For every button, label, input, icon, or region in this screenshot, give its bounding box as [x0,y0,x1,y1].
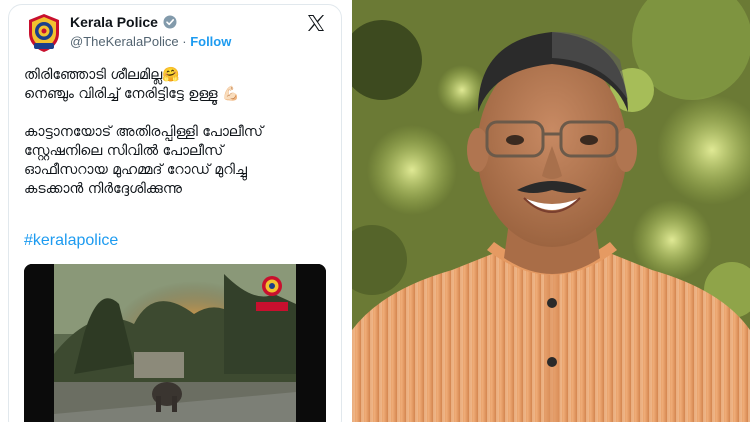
handle-separator: · [182,34,187,49]
account-name[interactable]: Kerala Police [70,14,158,30]
account-handle[interactable]: @TheKeralaPolice [70,34,179,49]
tweet-card: Kerala Police @TheKeralaPolice · Follow … [0,0,352,422]
handle-row: @TheKeralaPolice · Follow [70,34,231,49]
tweet-body: തിരിഞ്ഞോടി ശീലമില്ല🤗 നെഞ്ചും വിരിച്ച് നേ… [24,66,334,199]
video-frame [24,264,326,422]
tweet-line: കാട്ടാനയോട് അതിരപ്പിള്ളി പോലീസ് [24,124,264,140]
verified-badge-icon [163,15,177,29]
follow-button[interactable]: Follow [190,34,231,49]
hashtag-link[interactable]: #keralapolice [24,232,118,250]
tweet-line: തിരിഞ്ഞോടി ശീലമില്ല🤗 [24,67,180,83]
tweet-line: ഓഫീസറായ മുഹമ്മദ് റോഡ് മുറിച്ചു [24,162,247,178]
video-player[interactable] [24,264,326,422]
portrait-photo [352,0,750,422]
tweet-line: സ്റ്റേഷനിലെ സിവിൽ പോലീസ് [24,143,224,159]
portrait-image [352,0,750,422]
tweet-line: നെഞ്ചും വിരിച്ച് നേരിട്ടിട്ടേ ഉള്ളൂ 💪🏻 [24,86,240,102]
x-logo-icon[interactable] [306,13,326,33]
kerala-police-emblem-icon[interactable] [26,13,62,53]
tweet-line: കടക്കാൻ നിർദ്ദേശിക്കുന്നു [24,181,182,197]
account-name-row: Kerala Police [70,14,177,30]
